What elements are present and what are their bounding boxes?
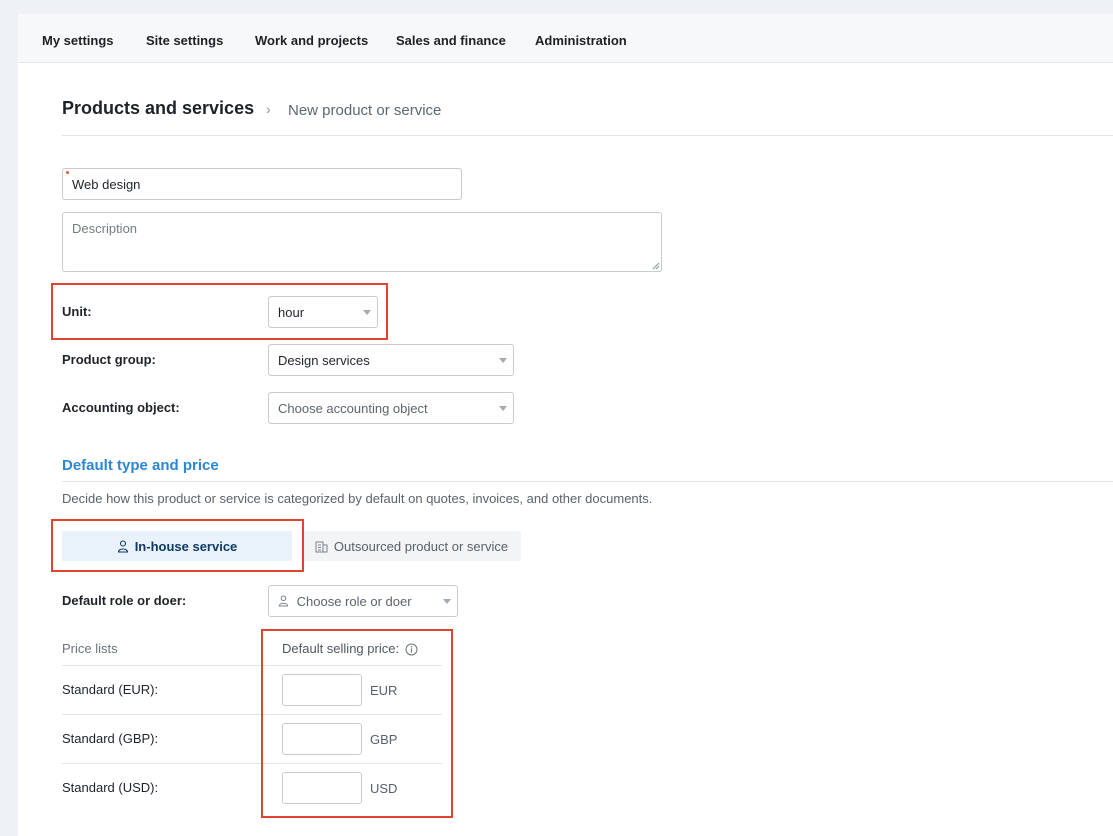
- top-navigation: My settings Site settings Work and proje…: [18, 14, 1113, 63]
- description-textarea[interactable]: Description: [62, 212, 662, 272]
- divider: [62, 481, 1113, 482]
- price-list-label-eur: Standard (EUR):: [62, 682, 159, 697]
- default-role-placeholder: Choose role or doer: [296, 594, 412, 609]
- breadcrumb-separator-icon: ›: [266, 101, 271, 117]
- section-description: Decide how this product or service is ca…: [62, 491, 653, 506]
- page: My settings Site settings Work and proje…: [18, 14, 1113, 836]
- page-title: New product or service: [288, 102, 442, 119]
- tab-label: Outsourced product or service: [333, 538, 509, 554]
- default-role-select[interactable]: Choose role or doer: [268, 585, 458, 617]
- price-lists-header: Price lists: [62, 641, 118, 656]
- required-indicator-icon: [66, 171, 69, 174]
- product-group-select[interactable]: Design services: [268, 344, 514, 376]
- accounting-object-label: Accounting object:: [62, 400, 180, 415]
- price-list-label-gbp: Standard (GBP):: [62, 731, 159, 746]
- accounting-object-select[interactable]: Choose accounting object: [268, 392, 514, 424]
- chevron-down-icon: [443, 599, 451, 604]
- breadcrumb-products-and-services[interactable]: Products and services: [62, 98, 254, 119]
- price-list-label-usd: Standard (USD):: [62, 780, 159, 795]
- nav-sales-and-finance[interactable]: Sales and finance: [396, 33, 506, 48]
- person-icon: [278, 595, 289, 607]
- name-input[interactable]: [62, 168, 462, 200]
- highlight-box-prices: [261, 629, 453, 818]
- section-title-default-type-and-price: Default type and price: [62, 457, 219, 474]
- default-role-label: Default role or doer:: [62, 593, 187, 608]
- highlight-box-tab: [51, 519, 304, 572]
- building-icon: [315, 541, 328, 552]
- nav-work-and-projects[interactable]: Work and projects: [255, 33, 368, 48]
- divider: [62, 135, 1113, 136]
- highlight-box-unit: [51, 283, 388, 340]
- nav-administration[interactable]: Administration: [535, 33, 627, 48]
- tab-outsourced-product-or-service[interactable]: Outsourced product or service: [302, 531, 521, 561]
- product-group-value: Design services: [278, 353, 370, 368]
- nav-site-settings[interactable]: Site settings: [146, 33, 223, 48]
- chevron-down-icon: [499, 358, 507, 363]
- resize-handle-icon[interactable]: [652, 262, 660, 270]
- accounting-object-placeholder: Choose accounting object: [278, 401, 428, 416]
- chevron-down-icon: [499, 406, 507, 411]
- nav-my-settings[interactable]: My settings: [42, 33, 114, 48]
- product-group-label: Product group:: [62, 352, 156, 367]
